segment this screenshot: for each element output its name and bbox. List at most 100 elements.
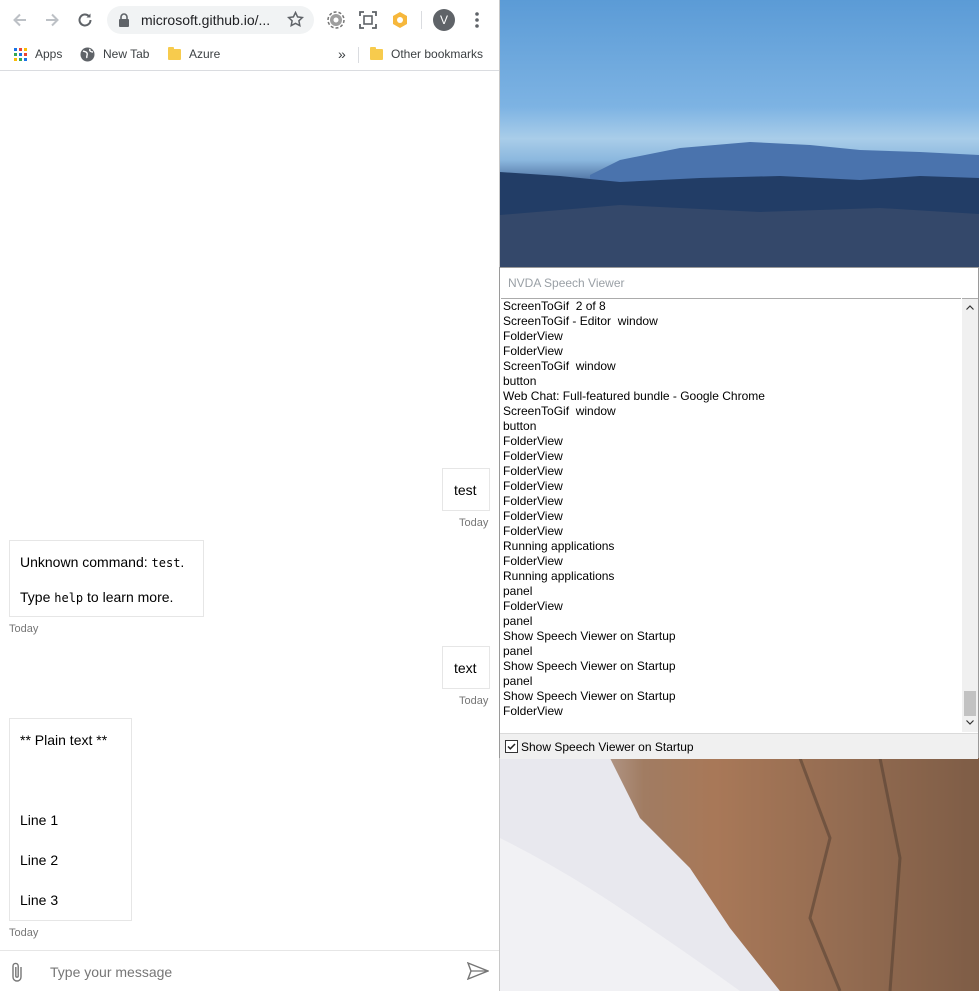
speech-log-line: panel bbox=[503, 674, 533, 688]
bookmark-other[interactable]: Other bookmarks bbox=[370, 44, 483, 64]
scroll-up-arrow-icon[interactable] bbox=[966, 305, 974, 310]
bot-message-bubble: Unknown command: test. Type help to lear… bbox=[9, 540, 204, 617]
message-timestamp: Today bbox=[9, 927, 39, 939]
globe-icon bbox=[80, 47, 95, 61]
back-button[interactable] bbox=[8, 8, 32, 32]
nvda-speech-viewer-window: NVDA Speech Viewer ScreenToGif 2 of 8 Scr… bbox=[499, 267, 979, 759]
message-text: Type bbox=[20, 589, 55, 605]
address-bar[interactable]: microsoft.github.io/... bbox=[107, 6, 314, 34]
message-text: Line 3 bbox=[20, 892, 59, 908]
send-box bbox=[0, 950, 499, 992]
message-text: Line 2 bbox=[20, 852, 59, 868]
menu-button[interactable] bbox=[465, 8, 489, 32]
speech-log-line: ScreenToGif window bbox=[503, 359, 616, 373]
apps-grid-icon bbox=[14, 47, 27, 61]
speech-log[interactable]: ScreenToGif 2 of 8 ScreenToGif - Editor w… bbox=[501, 298, 961, 732]
inline-code: help bbox=[54, 591, 84, 605]
speech-log-line: FolderView bbox=[503, 599, 563, 613]
user-message-bubble: text bbox=[442, 646, 490, 689]
speech-log-line: panel bbox=[503, 614, 533, 628]
bookmark-new-tab-label: New Tab bbox=[103, 47, 150, 61]
speech-log-line: Show Speech Viewer on Startup bbox=[503, 629, 676, 643]
show-on-startup-label[interactable]: Show Speech Viewer on Startup bbox=[521, 740, 694, 754]
wallpaper-cliff-art bbox=[500, 758, 979, 991]
reload-icon bbox=[78, 13, 92, 27]
paperclip-icon bbox=[12, 962, 22, 982]
speech-log-line: FolderView bbox=[503, 449, 563, 463]
extension-gear-icon[interactable] bbox=[325, 9, 347, 31]
speech-log-line: FolderView bbox=[503, 494, 563, 508]
screen-capture-icon[interactable] bbox=[357, 9, 379, 31]
message-input[interactable] bbox=[48, 959, 452, 985]
bookmark-apps[interactable]: Apps bbox=[14, 44, 62, 64]
message-timestamp: Today bbox=[459, 517, 489, 529]
bookmarks-divider bbox=[358, 47, 359, 63]
reload-button[interactable] bbox=[73, 8, 97, 32]
folder-icon bbox=[370, 46, 383, 60]
scrollbar-thumb[interactable] bbox=[964, 691, 976, 716]
bot-message-bubble: ** Plain text ** Line 1 Line 2 Line 3 bbox=[9, 718, 132, 921]
user-message-bubble: test bbox=[442, 468, 490, 511]
kebab-menu-icon bbox=[475, 12, 479, 28]
speech-log-line: panel bbox=[503, 644, 533, 658]
extension-hexagon-icon[interactable] bbox=[389, 9, 411, 31]
speech-log-line: Show Speech Viewer on Startup bbox=[503, 659, 676, 673]
chat-transcript[interactable]: test Today Unknown command: test. Type h… bbox=[0, 71, 499, 950]
forward-arrow-icon bbox=[46, 13, 59, 27]
message-line: Unknown command: test. bbox=[20, 554, 184, 570]
speech-log-line: FolderView bbox=[503, 524, 563, 538]
toolbar-divider bbox=[421, 11, 422, 29]
speech-log-line: Show Speech Viewer on Startup bbox=[503, 689, 676, 703]
speech-log-line: Running applications bbox=[503, 539, 615, 553]
send-icon bbox=[466, 961, 490, 981]
message-text: to learn more. bbox=[83, 589, 174, 605]
window-title: NVDA Speech Viewer bbox=[508, 276, 625, 290]
speech-viewer-footer: Show Speech Viewer on Startup bbox=[500, 733, 978, 759]
speech-log-line: FolderView bbox=[503, 464, 563, 478]
bookmark-star-icon[interactable] bbox=[287, 11, 304, 28]
show-on-startup-checkbox[interactable] bbox=[505, 740, 518, 753]
wallpaper-sky bbox=[500, 0, 979, 267]
message-timestamp: Today bbox=[9, 623, 39, 635]
profile-avatar[interactable]: V bbox=[433, 9, 455, 31]
back-arrow-icon bbox=[13, 13, 26, 27]
speech-log-line: FolderView bbox=[503, 434, 563, 448]
scroll-down-arrow-icon[interactable] bbox=[966, 720, 974, 725]
message-text: . bbox=[180, 554, 185, 570]
speech-log-line: button bbox=[503, 374, 537, 388]
send-button[interactable] bbox=[466, 961, 490, 985]
speech-log-line: button bbox=[503, 419, 537, 433]
speech-log-line: panel bbox=[503, 584, 533, 598]
message-text: ** Plain text ** bbox=[20, 732, 108, 748]
message-text: text bbox=[454, 660, 477, 676]
message-text: Unknown command: bbox=[20, 554, 152, 570]
message-text: test bbox=[454, 482, 477, 498]
message-text: Line 1 bbox=[20, 812, 59, 828]
attach-button[interactable] bbox=[10, 961, 24, 988]
checkmark-icon bbox=[507, 743, 516, 750]
overflow-chevron-icon: » bbox=[338, 46, 346, 62]
speech-log-line: Web Chat: Full-featured bundle - Google … bbox=[503, 389, 765, 403]
forward-button[interactable] bbox=[40, 8, 64, 32]
speech-log-line: FolderView bbox=[503, 479, 563, 493]
bookmark-azure[interactable]: Azure bbox=[168, 44, 220, 64]
speech-log-line: FolderView bbox=[503, 344, 563, 358]
message-line: Type help to learn more. bbox=[20, 589, 173, 605]
browser-window: microsoft.github.io/... V Apps New Tab A… bbox=[0, 0, 499, 992]
bookmarks-overflow-button[interactable]: » bbox=[338, 44, 346, 64]
inline-code: test bbox=[151, 556, 181, 570]
bookmark-apps-label: Apps bbox=[35, 47, 63, 61]
speech-log-line: FolderView bbox=[503, 509, 563, 523]
url-text: microsoft.github.io/... bbox=[141, 12, 271, 28]
bookmark-azure-label: Azure bbox=[189, 47, 221, 61]
vertical-scrollbar[interactable] bbox=[962, 298, 978, 732]
bookmarks-bar: Apps New Tab Azure » Other bookmarks bbox=[0, 40, 499, 71]
speech-log-line: ScreenToGif 2 of 8 bbox=[503, 299, 606, 313]
wallpaper-cliff bbox=[500, 758, 979, 991]
message-timestamp: Today bbox=[459, 695, 489, 707]
speech-log-line: FolderView bbox=[503, 329, 563, 343]
bookmark-other-label: Other bookmarks bbox=[391, 47, 484, 61]
bookmark-new-tab[interactable]: New Tab bbox=[80, 44, 149, 64]
browser-toolbar: microsoft.github.io/... V bbox=[0, 0, 499, 40]
speech-log-line: FolderView bbox=[503, 554, 563, 568]
